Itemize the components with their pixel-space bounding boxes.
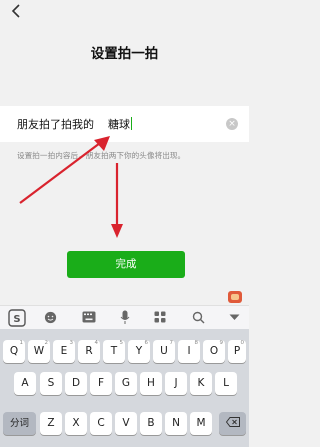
emoji-icon[interactable] xyxy=(44,311,57,324)
key-r[interactable]: R4 xyxy=(78,340,100,363)
key-k[interactable]: K xyxy=(190,372,212,395)
key-v[interactable]: V xyxy=(115,412,137,435)
key-p[interactable]: P0 xyxy=(228,340,246,363)
pat-text-field[interactable]: 朋友拍了拍我的 糖球 × xyxy=(0,106,249,142)
key-a[interactable]: A xyxy=(14,372,36,395)
keyboard-mascot-icon[interactable] xyxy=(228,291,242,303)
clear-icon[interactable]: × xyxy=(226,118,238,130)
search-icon[interactable] xyxy=(192,311,205,324)
key-number-hint: 9 xyxy=(219,340,224,346)
key-number-hint: 2 xyxy=(44,340,49,346)
svg-text:S: S xyxy=(13,314,20,325)
fenci-button[interactable]: 分词 xyxy=(3,412,36,435)
keyboard: S Q1 W2 E3 R4 T5 Y 6 U 7 I 8 O 9 P 0 A S… xyxy=(0,285,249,447)
key-x[interactable]: X xyxy=(65,412,87,435)
hint-text: 设置拍一拍内容后，朋友拍两下你的头像将出现。 xyxy=(17,151,186,160)
key-number-hint: 4 xyxy=(94,340,99,346)
key-number-hint: 1 xyxy=(19,340,24,346)
key-number-hint: 0 xyxy=(240,340,245,346)
key-z[interactable]: Z xyxy=(40,412,62,435)
backspace-key[interactable] xyxy=(219,412,246,435)
backspace-icon xyxy=(225,417,240,427)
microphone-icon[interactable] xyxy=(120,310,130,325)
key-c[interactable]: C xyxy=(90,412,112,435)
key-m[interactable]: M xyxy=(190,412,212,435)
input-prefix: 朋友拍了拍我的 xyxy=(17,118,94,131)
text-caret xyxy=(131,117,132,130)
key-t[interactable]: T5 xyxy=(103,340,125,363)
back-icon[interactable] xyxy=(8,2,26,20)
input-value[interactable]: 糖球 xyxy=(108,118,130,131)
settings-screen: 设置拍一拍 朋友拍了拍我的 糖球 × 设置拍一拍内容后，朋友拍两下你的头像将出现。… xyxy=(0,0,249,285)
key-g[interactable]: G xyxy=(115,372,137,395)
keyboard-toolbar: S xyxy=(0,305,249,329)
key-o[interactable]: O9 xyxy=(203,340,225,363)
keyboard-icon[interactable] xyxy=(82,311,96,323)
key-number-hint: 3 xyxy=(69,340,74,346)
key-n[interactable]: N xyxy=(165,412,187,435)
key-u[interactable]: U7 xyxy=(153,340,175,363)
key-h[interactable]: H xyxy=(140,372,162,395)
key-w[interactable]: W2 xyxy=(28,340,50,363)
key-number-hint: 8 xyxy=(194,340,199,346)
key-q[interactable]: Q1 xyxy=(3,340,25,363)
key-d[interactable]: D xyxy=(65,372,87,395)
key-number-hint: 7 xyxy=(169,340,174,346)
key-f[interactable]: F xyxy=(90,372,112,395)
sogou-logo-icon[interactable]: S xyxy=(8,309,26,327)
key-number-hint: 5 xyxy=(119,340,124,346)
key-i[interactable]: I8 xyxy=(178,340,200,363)
key-y[interactable]: Y6 xyxy=(128,340,150,363)
page-title: 设置拍一拍 xyxy=(90,46,159,62)
key-e[interactable]: E3 xyxy=(53,340,75,363)
collapse-keyboard-icon[interactable] xyxy=(229,314,240,321)
key-b[interactable]: B xyxy=(140,412,162,435)
key-s[interactable]: S xyxy=(40,372,62,395)
key-j[interactable]: J xyxy=(165,372,187,395)
key-l[interactable]: L xyxy=(215,372,237,395)
grid-icon[interactable] xyxy=(154,311,166,323)
done-button[interactable]: 完成 xyxy=(67,251,185,278)
key-number-hint: 6 xyxy=(144,340,149,346)
